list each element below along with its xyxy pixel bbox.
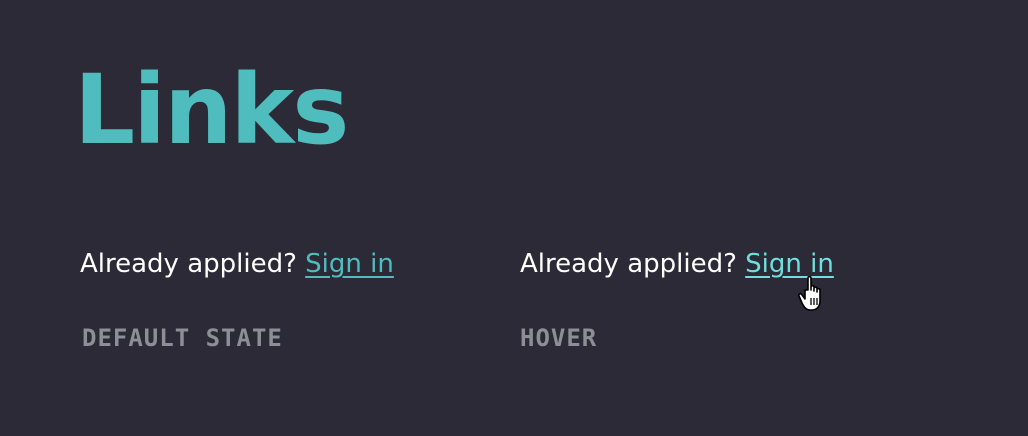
- link-example-default: Already applied? Sign in: [80, 246, 394, 282]
- page-title: Links: [74, 54, 349, 166]
- hand-pointer-icon: [798, 275, 821, 311]
- hover-state-caption: HOVER: [520, 324, 598, 352]
- sign-in-link[interactable]: Sign in: [305, 249, 394, 279]
- default-state-caption: DEFAULT STATE: [82, 324, 283, 352]
- already-applied-prompt: Already applied?: [80, 249, 297, 279]
- link-example-hover: Already applied? Sign in: [520, 246, 834, 282]
- already-applied-prompt: Already applied?: [520, 249, 737, 279]
